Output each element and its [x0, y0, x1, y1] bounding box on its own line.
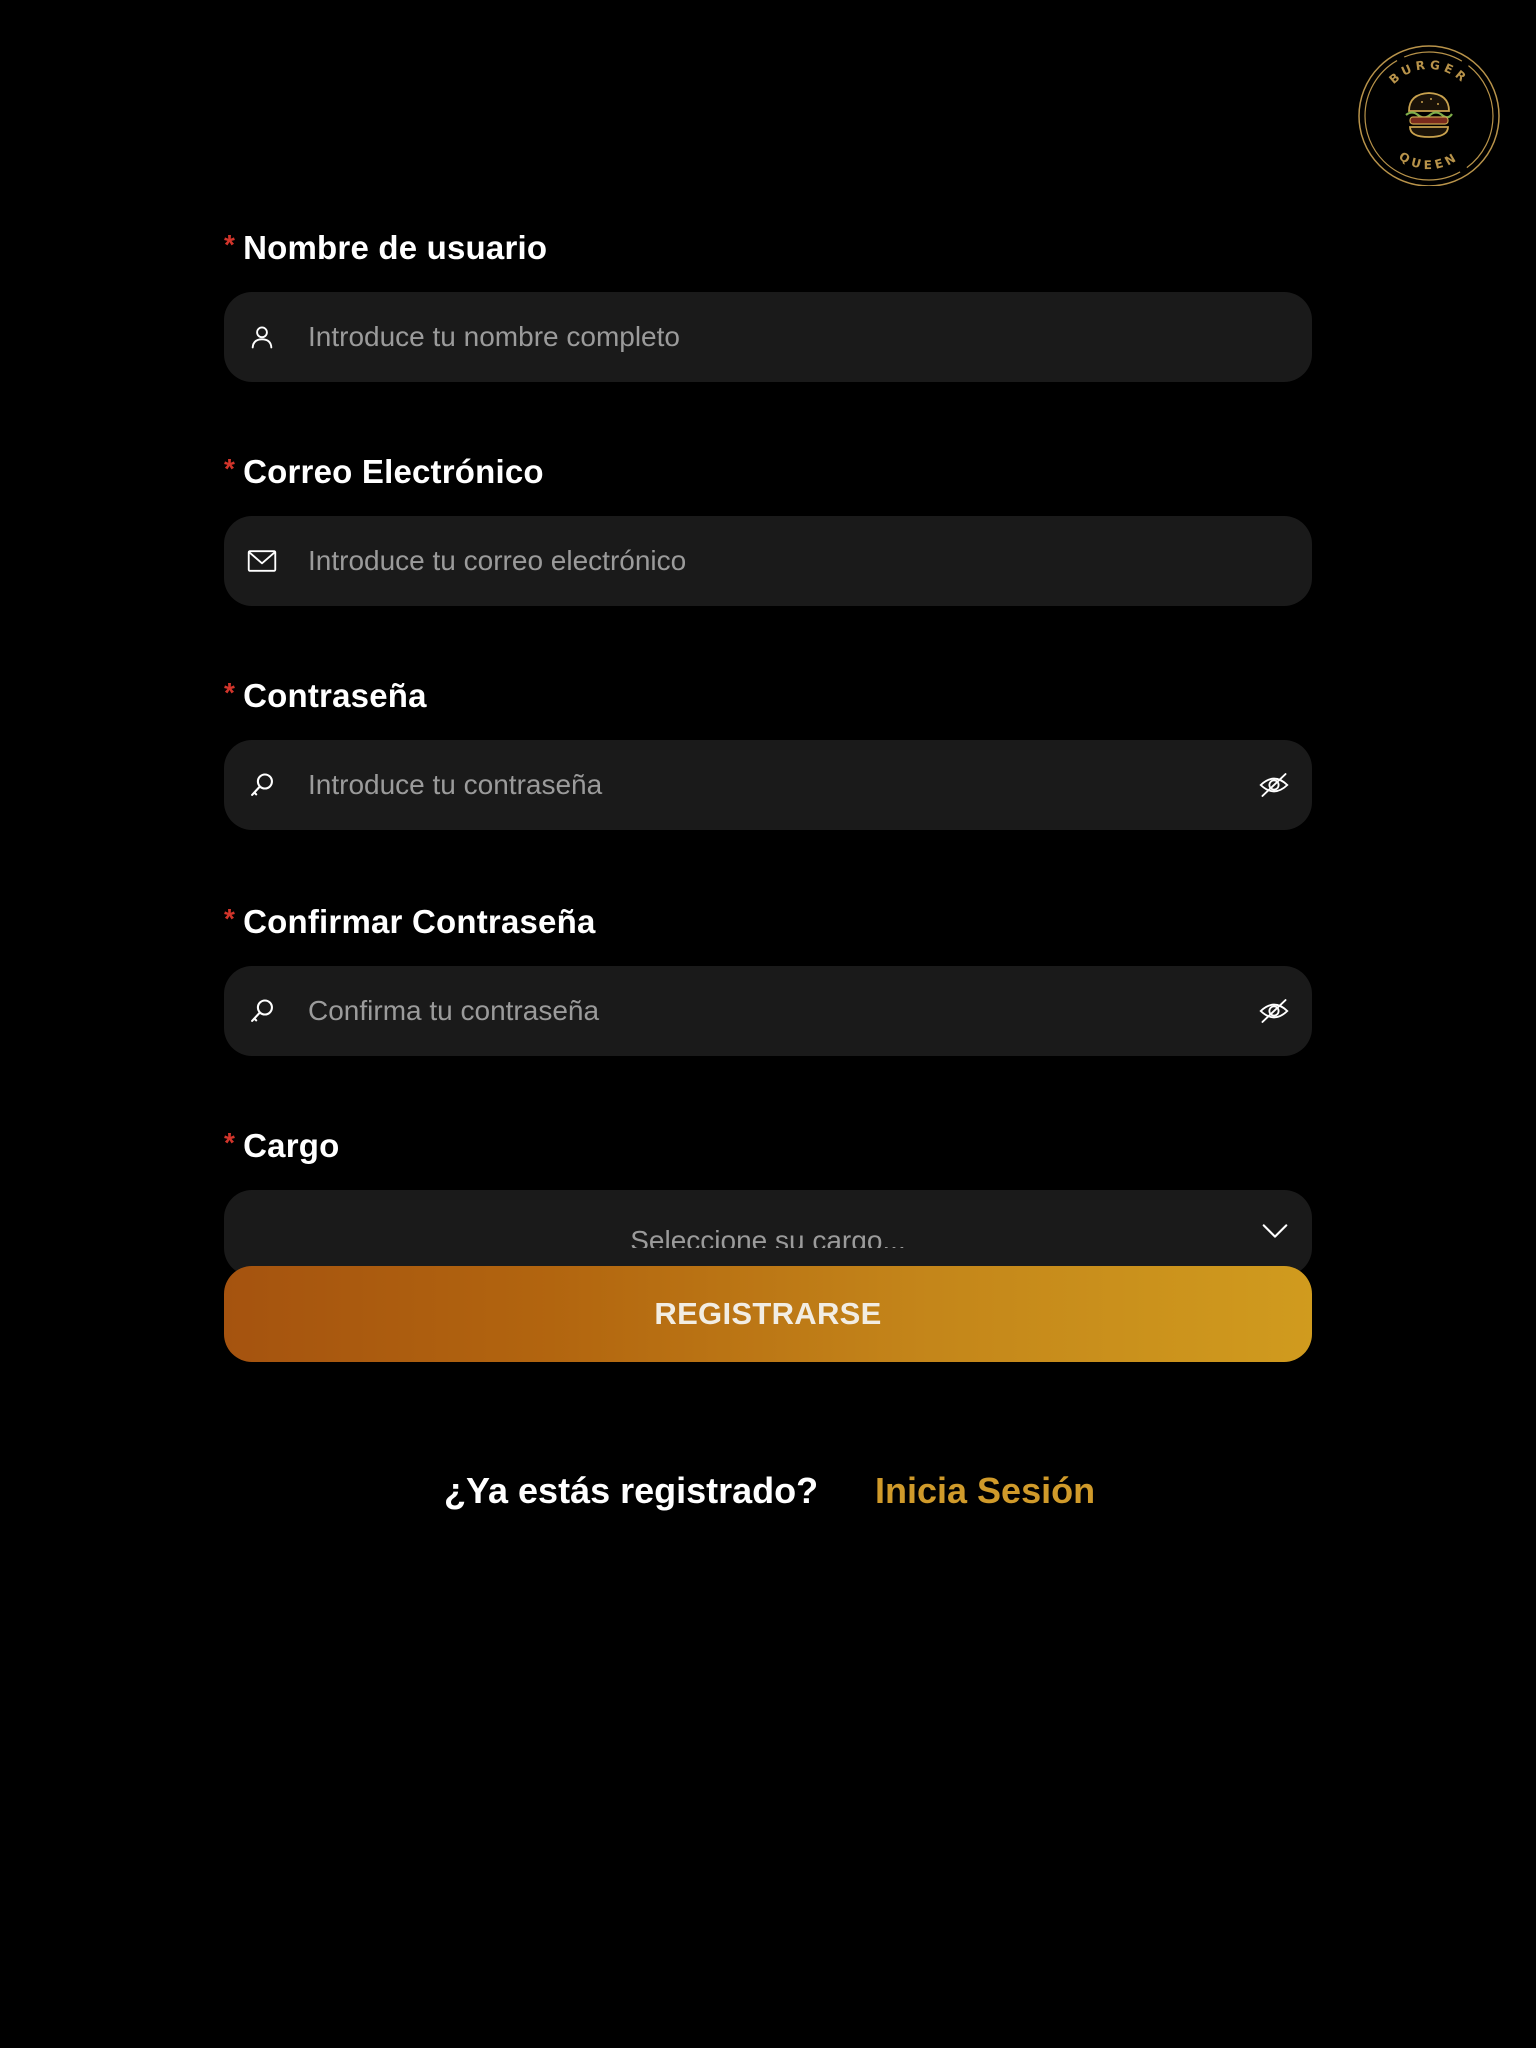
password-label: * Contraseña [224, 674, 1312, 718]
login-link[interactable]: Inicia Sesión [875, 1470, 1095, 1512]
role-select-placeholder: Seleccione su cargo... [630, 1225, 906, 1248]
required-mark: * [224, 903, 236, 934]
required-mark: * [224, 453, 236, 484]
email-field-group: * Correo Electrónico Introduce tu correo… [224, 450, 1312, 606]
email-label: * Correo Electrónico [224, 450, 1312, 494]
burger-queen-logo: BURGER QUEEN [1354, 44, 1504, 186]
password-label-text: Contraseña [243, 677, 427, 714]
role-label-text: Cargo [243, 1127, 340, 1164]
eye-off-icon[interactable] [1258, 995, 1290, 1027]
confirm-password-placeholder: Confirma tu contraseña [308, 995, 600, 1026]
role-select[interactable]: Seleccione su cargo... [224, 1190, 1312, 1276]
email-placeholder: Introduce tu correo electrónico [308, 545, 687, 576]
register-form: * Nombre de usuario Introduce tu nombre … [224, 226, 1312, 1276]
password-input[interactable]: Introduce tu contraseña [224, 740, 1312, 830]
password-field-group: * Contraseña Introduce tu contraseña [224, 674, 1312, 830]
required-mark: * [224, 1127, 236, 1158]
eye-off-icon[interactable] [1258, 769, 1290, 801]
role-field-group: * Cargo Seleccione su cargo... [224, 1124, 1312, 1276]
burger-logo-icon: BURGER QUEEN [1358, 45, 1500, 186]
login-prompt: ¿Ya estás registrado? Inicia Sesión [0, 1462, 1536, 1522]
confirm-password-input[interactable]: Confirma tu contraseña [224, 966, 1312, 1056]
svg-text:BURGER: BURGER [1386, 58, 1471, 87]
password-placeholder: Introduce tu contraseña [308, 769, 603, 800]
already-registered-text: ¿Ya estás registrado? [444, 1470, 819, 1511]
required-mark: * [224, 229, 236, 260]
key-icon [246, 769, 278, 801]
register-page: BURGER QUEEN * Nombre de usuario Introdu… [0, 0, 1536, 2048]
username-field-group: * Nombre de usuario Introduce tu nombre … [224, 226, 1312, 382]
username-placeholder: Introduce tu nombre completo [308, 321, 680, 352]
confirm-password-label-text: Confirmar Contraseña [243, 903, 596, 940]
email-label-text: Correo Electrónico [243, 453, 544, 490]
svg-text:QUEEN: QUEEN [1396, 149, 1461, 172]
required-mark: * [224, 677, 236, 708]
mail-icon [246, 545, 278, 577]
key-icon [246, 995, 278, 1027]
user-icon [246, 321, 278, 353]
chevron-down-icon [1260, 1216, 1290, 1246]
register-button[interactable]: REGISTRARSE [224, 1266, 1312, 1362]
email-input[interactable]: Introduce tu correo electrónico [224, 516, 1312, 606]
username-input[interactable]: Introduce tu nombre completo [224, 292, 1312, 382]
confirm-password-field-group: * Confirmar Contraseña Confirma tu contr… [224, 900, 1312, 1056]
role-label: * Cargo [224, 1124, 1312, 1168]
confirm-password-label: * Confirmar Contraseña [224, 900, 1312, 944]
username-label: * Nombre de usuario [224, 226, 1312, 270]
username-label-text: Nombre de usuario [243, 229, 548, 266]
